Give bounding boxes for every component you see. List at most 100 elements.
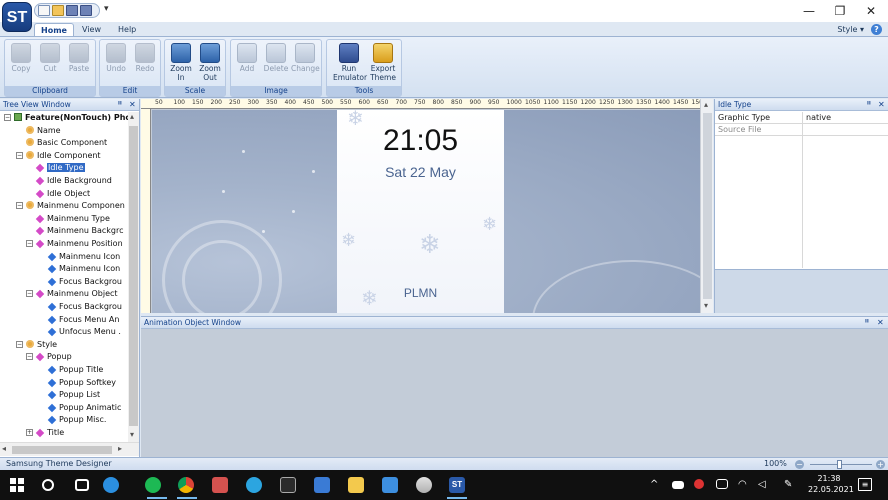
property-row-graphic-type[interactable]: Graphic Type native xyxy=(715,112,888,124)
scroll-up-icon[interactable]: ▴ xyxy=(130,112,134,121)
tree-node[interactable]: − Mainmenu Componen xyxy=(16,200,125,212)
paste-button[interactable]: Paste xyxy=(65,43,93,73)
display-icon[interactable] xyxy=(314,477,330,493)
task-view-icon[interactable] xyxy=(75,479,89,491)
chrome-icon[interactable] xyxy=(178,477,194,493)
search-icon[interactable] xyxy=(42,479,54,491)
tree-node[interactable]: Mainmenu Backgrc xyxy=(26,225,124,237)
close-button[interactable]: ✕ xyxy=(856,2,886,20)
collapse-icon[interactable]: − xyxy=(4,114,11,121)
file-explorer-icon[interactable] xyxy=(348,477,364,493)
tree-node[interactable]: − Mainmenu Position xyxy=(26,238,123,250)
open-folder-icon[interactable] xyxy=(52,5,64,16)
scroll-thumb[interactable] xyxy=(12,446,112,454)
tab-home[interactable]: Home xyxy=(34,23,74,36)
tree-node[interactable]: Mainmenu Type xyxy=(26,213,110,225)
delete-image-button[interactable]: Delete xyxy=(262,43,290,73)
tree-node[interactable]: Basic Component xyxy=(16,137,107,149)
tree-node[interactable]: Focus Menu An xyxy=(38,314,119,326)
tree-node[interactable]: Focus Backgrou xyxy=(38,301,122,313)
collapse-icon[interactable]: − xyxy=(16,340,23,348)
collapse-icon[interactable]: − xyxy=(26,240,33,247)
tree-node[interactable]: Popup List xyxy=(38,389,100,401)
cut-button[interactable]: Cut xyxy=(36,43,64,73)
zoom-in-icon[interactable]: + xyxy=(876,460,885,469)
copy-button[interactable]: Copy xyxy=(7,43,35,73)
tree-node[interactable]: Focus Backgrou xyxy=(38,276,122,288)
tree-node[interactable]: − Popup xyxy=(26,351,72,363)
zoom-out-button[interactable]: Zoom Out xyxy=(196,43,224,82)
tray-chevron-icon[interactable]: ^ xyxy=(650,479,658,490)
change-image-button[interactable]: Change xyxy=(291,43,320,73)
property-row-source-file[interactable]: Source File xyxy=(715,124,888,136)
battery-icon[interactable] xyxy=(672,481,684,489)
scroll-thumb[interactable] xyxy=(129,126,138,426)
close-icon[interactable]: ✕ xyxy=(878,99,885,111)
idle-clock[interactable]: 21:05 xyxy=(337,124,504,158)
export-theme-button[interactable]: Export Theme xyxy=(367,43,399,82)
tree-node[interactable]: Name xyxy=(16,125,61,137)
network-name[interactable]: PLMN xyxy=(337,286,504,300)
edge-icon[interactable] xyxy=(103,477,119,493)
tree-node[interactable]: Mainmenu Icon xyxy=(38,263,120,275)
save-as-icon[interactable] xyxy=(80,5,92,16)
scroll-down-icon[interactable]: ▾ xyxy=(130,430,134,439)
add-image-button[interactable]: Add xyxy=(233,43,261,73)
collapse-icon[interactable]: − xyxy=(16,151,23,159)
screen-capture-icon[interactable] xyxy=(716,479,728,489)
tree-node[interactable]: + Title xyxy=(26,427,64,439)
tree-node[interactable]: Popup Animatic xyxy=(38,402,121,414)
tree-node[interactable]: Popup Softkey xyxy=(38,377,116,389)
tree-node[interactable]: Popup Misc. xyxy=(38,414,106,426)
expand-icon[interactable]: + xyxy=(26,429,33,436)
mail-icon[interactable] xyxy=(382,477,398,493)
tree-node[interactable]: Popup Title xyxy=(38,364,103,376)
pin-icon[interactable]: ᐦ xyxy=(118,99,122,111)
scroll-down-icon[interactable]: ▾ xyxy=(704,301,708,310)
restore-button[interactable]: ❐ xyxy=(825,2,855,20)
close-icon[interactable]: ✕ xyxy=(877,317,884,329)
paint-icon[interactable] xyxy=(416,477,432,493)
help-icon[interactable]: ? xyxy=(871,24,882,35)
snip-icon[interactable] xyxy=(212,477,228,493)
collapse-icon[interactable]: − xyxy=(26,290,33,298)
scroll-left-icon[interactable]: ◂ xyxy=(2,444,6,453)
style-menu[interactable]: Style ▾ xyxy=(837,23,864,36)
canvas-vertical-scrollbar[interactable]: ▴ ▾ xyxy=(700,99,713,313)
qat-customize-dropdown[interactable]: ▾ xyxy=(104,4,109,14)
new-file-icon[interactable] xyxy=(38,5,50,16)
collapse-icon[interactable]: − xyxy=(16,202,23,210)
idle-date[interactable]: Sat 22 May xyxy=(337,164,504,180)
tree-vertical-scrollbar[interactable]: ▴ ▾ xyxy=(128,112,139,442)
notification-icon[interactable]: ≡ xyxy=(858,478,872,491)
spotify-icon[interactable] xyxy=(145,477,161,493)
wifi-icon[interactable]: ◠ xyxy=(738,479,747,490)
tree-node[interactable]: Idle Background xyxy=(26,175,112,187)
save-icon[interactable] xyxy=(66,5,78,16)
scroll-right-icon[interactable]: ▸ xyxy=(118,444,122,453)
volume-icon[interactable]: ◁ xyxy=(758,479,766,490)
pin-icon[interactable]: ᐦ xyxy=(865,317,869,329)
tab-help[interactable]: Help xyxy=(112,23,142,36)
tree-node[interactable]: − Feature(NonTouch) Phon xyxy=(4,112,128,124)
tree-node[interactable]: Unfocus Menu . xyxy=(38,326,121,338)
redo-button[interactable]: Redo xyxy=(131,43,159,73)
pin-icon[interactable]: ᐦ xyxy=(867,99,871,111)
windows-start-icon[interactable] xyxy=(10,478,24,492)
undo-button[interactable]: Undo xyxy=(102,43,130,73)
tree-node[interactable]: − Style xyxy=(16,339,57,351)
tray-clock[interactable]: 21:38 22.05.2021 xyxy=(808,473,854,495)
scroll-thumb[interactable] xyxy=(703,113,712,299)
phone-screen-preview[interactable]: ❄ ❄ ❄ ❄ ❄ 21:05 Sat 22 May PLMN xyxy=(337,106,504,313)
tree-node[interactable]: − Mainmenu Object xyxy=(26,288,118,300)
tree-node[interactable]: Idle Object xyxy=(26,188,90,200)
terminal-icon[interactable] xyxy=(280,477,296,493)
pen-icon[interactable]: ✎ xyxy=(784,479,792,490)
zoom-in-button[interactable]: Zoom In xyxy=(167,43,195,82)
minimize-button[interactable]: — xyxy=(794,2,824,20)
close-icon[interactable]: ✕ xyxy=(129,99,136,111)
design-canvas[interactable]: 50 100 150 200 250 300 350 400 450 500 550 600 650 70… xyxy=(141,99,713,313)
zoom-out-icon[interactable]: − xyxy=(795,460,804,469)
collapse-icon[interactable]: − xyxy=(26,353,33,361)
tree-node[interactable]: Mainmenu Icon xyxy=(38,251,120,263)
